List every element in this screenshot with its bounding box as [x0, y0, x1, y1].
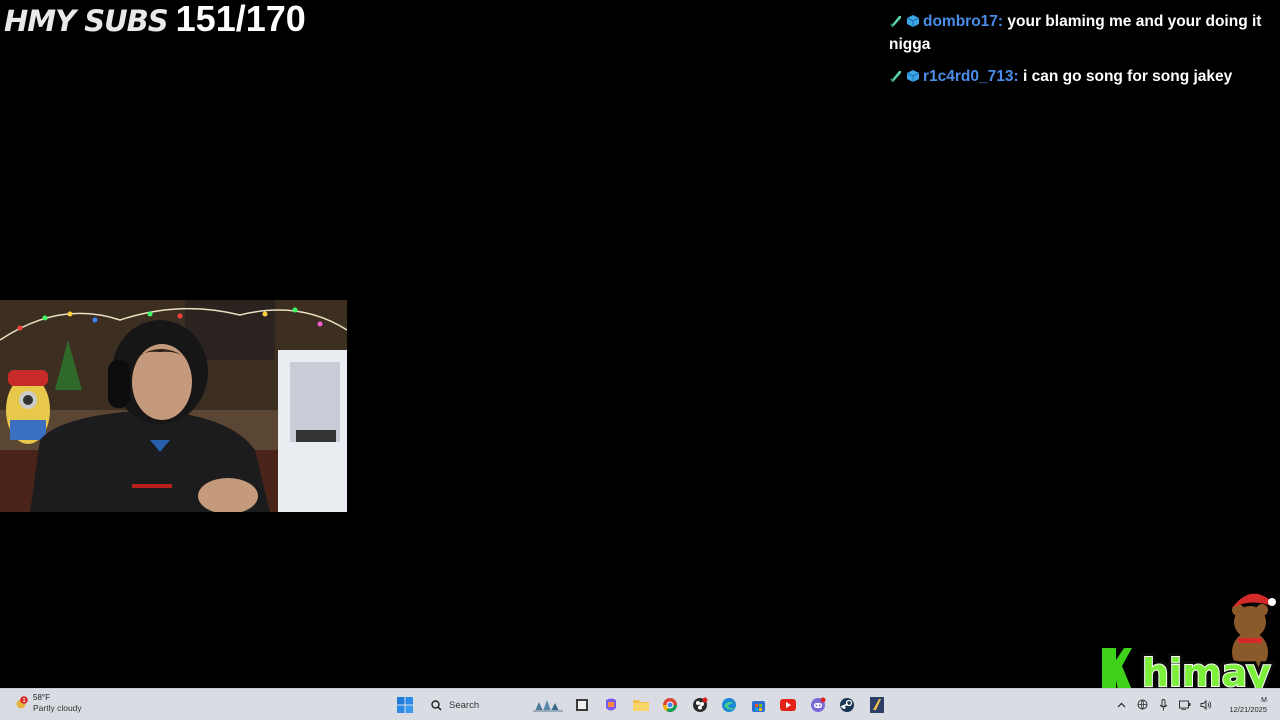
sub-goal-overlay: HMY SUBS 151/170 — [4, 0, 306, 39]
chat-text: i can go song for song jakey — [1022, 68, 1233, 85]
chat-text: your blaming me and your doing it — [1007, 13, 1262, 30]
weather-icon: 1 — [14, 696, 28, 710]
weather-temp: 58°F — [33, 693, 50, 702]
svg-text:1: 1 — [22, 698, 25, 704]
clock-date: 12/21/2025 — [1229, 704, 1267, 714]
youtube-icon[interactable] — [774, 693, 804, 717]
system-clock[interactable]: M 12/21/2025 — [1216, 696, 1280, 714]
weather-widget[interactable]: 1 58°F Partly cloudy — [14, 693, 82, 713]
windows-icon — [397, 697, 413, 713]
taskbar: 1 58°F Partly cloudy Search M 12/21/2025 — [0, 688, 1280, 720]
himay-logo: himay himay — [1098, 586, 1280, 699]
clock-time: M — [1261, 696, 1267, 704]
sub-goal-count: 151/170 — [175, 0, 306, 39]
file-explorer-icon[interactable] — [567, 693, 597, 717]
system-tray: M 12/21/2025 — [1111, 689, 1280, 720]
chrome-icon[interactable] — [656, 693, 686, 717]
battery-icon[interactable] — [1174, 689, 1195, 720]
folder-icon[interactable] — [626, 693, 656, 717]
chat-username: r1c4rd0_713: — [923, 68, 1019, 85]
sword-badge-icon — [890, 71, 901, 82]
weather-condition: Partly cloudy — [33, 703, 82, 713]
app-icon[interactable] — [862, 693, 892, 717]
chat-username: dombro17: — [923, 13, 1004, 30]
sword-badge-icon — [890, 16, 901, 27]
search-placeholder: Search — [449, 699, 480, 711]
himay-logo-text: himay himay — [1138, 647, 1275, 699]
cube-badge-icon — [906, 70, 920, 82]
store-icon[interactable] — [744, 693, 774, 717]
copilot-icon[interactable] — [597, 693, 627, 717]
steam-icon[interactable] — [833, 693, 863, 717]
webcam-feed — [0, 300, 347, 512]
taskbar-search[interactable]: Search — [421, 693, 567, 717]
edge-icon[interactable] — [715, 693, 745, 717]
obs-icon[interactable] — [685, 693, 715, 717]
svg-text:himay: himay — [1142, 651, 1271, 690]
chat-text-continued: nigga — [889, 36, 931, 53]
taskbar-apps: Search — [393, 693, 892, 717]
chat-overlay: dombro17: your blaming me and your doing… — [889, 10, 1280, 97]
search-icon — [431, 699, 442, 711]
network-globe-icon[interactable] — [1132, 689, 1153, 720]
show-hidden-icons-chevron-up-icon[interactable] — [1111, 689, 1132, 720]
cube-badge-icon — [906, 15, 920, 27]
sub-goal-label: HMY SUBS — [4, 4, 169, 38]
start-button[interactable] — [393, 693, 417, 717]
chat-message: r1c4rd0_713: i can go song for song jake… — [889, 65, 1280, 88]
search-highlight-icon — [533, 700, 563, 712]
chat-message: dombro17: your blaming me and your doing… — [889, 10, 1280, 56]
discord-icon[interactable] — [803, 693, 833, 717]
volume-icon[interactable] — [1195, 689, 1216, 720]
microphone-icon[interactable] — [1153, 689, 1174, 720]
